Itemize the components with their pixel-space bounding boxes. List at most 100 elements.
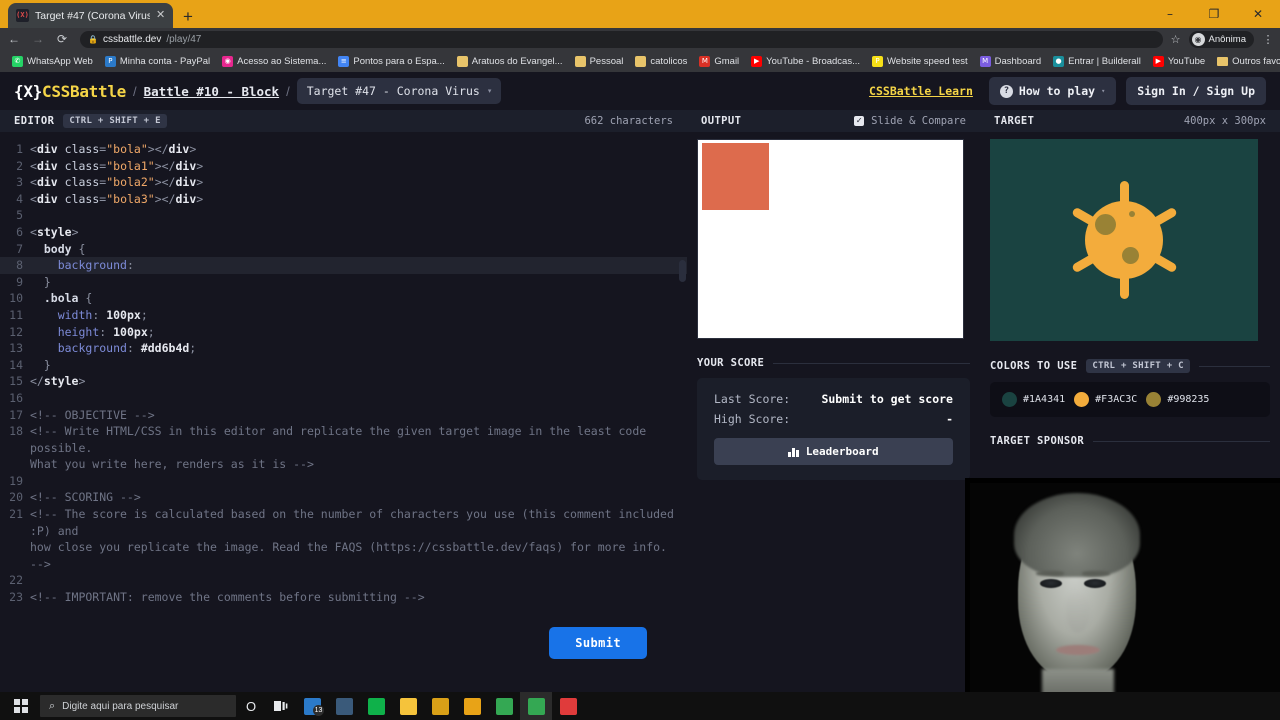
- battle-link[interactable]: Battle #10 - Block: [144, 84, 279, 99]
- code-line[interactable]: 6 <style>: [0, 224, 687, 241]
- bookmark-item[interactable]: Aratuos do Evangel...: [451, 52, 569, 70]
- profile-chip[interactable]: ◉ Anônima: [1188, 30, 1254, 48]
- bookmark-item[interactable]: catolicos: [629, 52, 693, 70]
- code-line[interactable]: 9 }: [0, 274, 687, 291]
- code-line[interactable]: 15 </style>: [0, 373, 687, 390]
- code-line-source[interactable]: body {: [30, 241, 687, 258]
- other-bookmarks-folder[interactable]: Outros favoritos: [1211, 52, 1280, 70]
- bookmark-item[interactable]: M Gmail: [693, 52, 745, 70]
- taskbar-app-sublime2[interactable]: [552, 692, 584, 720]
- code-line-source[interactable]: width: 100px;: [30, 307, 687, 324]
- code-line-source[interactable]: [30, 572, 687, 589]
- code-line-source[interactable]: </style>: [30, 373, 687, 390]
- code-line-source[interactable]: <style>: [30, 224, 687, 241]
- code-line[interactable]: 17 <!-- OBJECTIVE -->: [0, 407, 687, 424]
- taskbar-app-chrome-active[interactable]: [520, 692, 552, 720]
- code-line[interactable]: 22: [0, 572, 687, 589]
- code-line[interactable]: 2 <div class="bola1"></div>: [0, 158, 687, 175]
- code-line-source[interactable]: background: #dd6b4d;: [30, 340, 687, 357]
- sign-in-button[interactable]: Sign In / Sign Up: [1126, 77, 1266, 105]
- code-line-source[interactable]: }: [30, 357, 687, 374]
- code-line[interactable]: 20 <!-- SCORING -->: [0, 489, 687, 506]
- window-close-icon[interactable]: ✕: [1236, 0, 1280, 28]
- code-line[interactable]: 14 }: [0, 357, 687, 374]
- how-to-play-button[interactable]: ? How to play ▾: [988, 77, 1117, 105]
- code-line-source[interactable]: <!-- Write HTML/CSS in this editor and r…: [30, 423, 687, 473]
- code-line[interactable]: 16: [0, 390, 687, 407]
- code-line[interactable]: 7 body {: [0, 241, 687, 258]
- webcam-overlay[interactable]: [965, 478, 1280, 720]
- bookmark-item[interactable]: ▶ YouTube: [1147, 52, 1211, 70]
- taskbar-app-sublime[interactable]: [360, 692, 392, 720]
- cortana-icon[interactable]: O: [236, 692, 266, 720]
- code-line[interactable]: 21 <!-- The score is calculated based on …: [0, 506, 687, 572]
- browser-menu-icon[interactable]: ⋮: [1262, 33, 1274, 46]
- taskbar-app-calculator[interactable]: [328, 692, 360, 720]
- new-tab-button[interactable]: +: [183, 8, 193, 25]
- back-icon[interactable]: ←: [6, 32, 22, 46]
- code-line-source[interactable]: <div class="bola2"></div>: [30, 174, 687, 191]
- cssbattle-logo[interactable]: {X}CSSBattle: [14, 82, 126, 101]
- slide-and-compare-toggle[interactable]: ✓ Slide & Compare: [854, 115, 966, 127]
- bookmark-item[interactable]: P Website speed test: [866, 52, 974, 70]
- code-line[interactable]: 10 .bola {: [0, 290, 687, 307]
- task-view-icon[interactable]: [266, 692, 296, 720]
- taskbar-app-sublime-text[interactable]: [424, 692, 456, 720]
- code-line[interactable]: 13 background: #dd6b4d;: [0, 340, 687, 357]
- bookmark-item[interactable]: ▶ YouTube - Broadcas...: [745, 52, 866, 70]
- browser-tab[interactable]: (X) Target #47 (Corona Virus) - CSSB ✕: [8, 3, 173, 28]
- bookmark-item[interactable]: ≡ Pontos para o Espa...: [332, 52, 450, 70]
- code-line-source[interactable]: }: [30, 274, 687, 291]
- editor-scrollbar-thumb[interactable]: [679, 260, 686, 282]
- code-line-source[interactable]: [30, 390, 687, 407]
- code-line-source[interactable]: <div class="bola3"></div>: [30, 191, 687, 208]
- address-bar[interactable]: 🔒 cssbattle.dev /play/47: [80, 30, 1163, 48]
- reload-icon[interactable]: ⟳: [54, 32, 70, 46]
- code-line[interactable]: 1 <div class="bola"></div>: [0, 141, 687, 158]
- code-editor[interactable]: 1 <div class="bola"></div> 2 <div class="bo…: [0, 132, 687, 606]
- taskbar-app-chrome[interactable]: [488, 692, 520, 720]
- code-line-source[interactable]: <div class="bola"></div>: [30, 141, 687, 158]
- bookmark-item[interactable]: ◉ Acesso ao Sistema...: [216, 52, 332, 70]
- editor-scrollbar[interactable]: [677, 132, 687, 692]
- color-swatch-item[interactable]: #F3AC3C: [1074, 392, 1137, 407]
- code-line[interactable]: 11 width: 100px;: [0, 307, 687, 324]
- code-line-source[interactable]: <!-- The score is calculated based on th…: [30, 506, 687, 572]
- target-selector-dropdown[interactable]: Target #47 - Corona Virus ▾: [296, 78, 502, 104]
- window-minimize-icon[interactable]: –: [1148, 0, 1192, 28]
- code-line[interactable]: 12 height: 100px;: [0, 324, 687, 341]
- code-line-source[interactable]: .bola {: [30, 290, 687, 307]
- code-line-source[interactable]: <!-- IMPORTANT: remove the comments befo…: [30, 589, 687, 606]
- code-line[interactable]: 4 <div class="bola3"></div>: [0, 191, 687, 208]
- bookmark-item[interactable]: Pessoal: [569, 52, 630, 70]
- code-line[interactable]: 18 <!-- Write HTML/CSS in this editor and…: [0, 423, 687, 473]
- code-editor-panel[interactable]: 1 <div class="bola"></div> 2 <div class="bo…: [0, 132, 687, 692]
- code-line[interactable]: 8 background:: [0, 257, 687, 274]
- tab-close-icon[interactable]: ✕: [156, 10, 166, 21]
- code-line-source[interactable]: background:: [30, 257, 687, 274]
- start-button[interactable]: [4, 692, 38, 720]
- window-maximize-icon[interactable]: ❐: [1192, 0, 1236, 28]
- code-line-source[interactable]: [30, 473, 687, 490]
- bookmark-item[interactable]: ✆ WhatsApp Web: [6, 52, 99, 70]
- taskbar-app-notepad[interactable]: [392, 692, 424, 720]
- color-swatch-item[interactable]: #998235: [1146, 392, 1209, 407]
- code-line-source[interactable]: <!-- OBJECTIVE -->: [30, 407, 687, 424]
- code-line[interactable]: 23 <!-- IMPORTANT: remove the comments be…: [0, 589, 687, 606]
- cssbattle-learn-link[interactable]: CSSBattle Learn: [869, 84, 973, 98]
- taskbar-app-explorer[interactable]: [456, 692, 488, 720]
- code-line-source[interactable]: [30, 207, 687, 224]
- color-swatch-item[interactable]: #1A4341: [1002, 392, 1065, 407]
- forward-icon[interactable]: →: [30, 32, 46, 46]
- bookmark-item[interactable]: M Dashboard: [974, 52, 1047, 70]
- bookmark-item[interactable]: P Minha conta - PayPal: [99, 52, 216, 70]
- taskbar-app-store[interactable]: 13: [296, 692, 328, 720]
- bookmark-star-icon[interactable]: ☆: [1171, 33, 1181, 46]
- bookmark-item[interactable]: ● Entrar | Builderall: [1047, 52, 1147, 70]
- code-line[interactable]: 3 <div class="bola2"></div>: [0, 174, 687, 191]
- code-line[interactable]: 19: [0, 473, 687, 490]
- code-line-source[interactable]: <div class="bola1"></div>: [30, 158, 687, 175]
- leaderboard-button[interactable]: Leaderboard: [714, 438, 953, 465]
- submit-button[interactable]: Submit: [549, 627, 647, 659]
- code-line[interactable]: 5: [0, 207, 687, 224]
